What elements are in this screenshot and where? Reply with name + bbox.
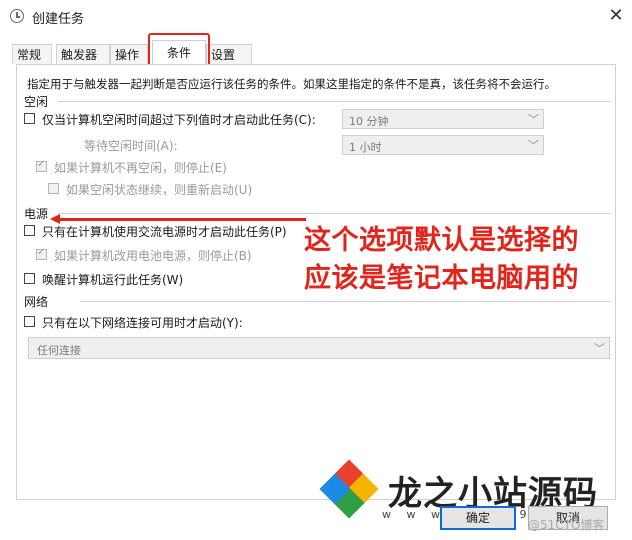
- title-bar: 创建任务 ✕: [0, 0, 632, 34]
- network-connection-value: 任何连接: [37, 344, 81, 357]
- wake-computer-label: 唤醒计算机运行此任务(W): [42, 273, 184, 287]
- ac-power-label: 只有在计算机使用交流电源时才启动此任务(P): [42, 225, 287, 239]
- annotation-line-1: 这个选项默认是选择的: [304, 225, 579, 256]
- idle-start-label: 仅当计算机空闲时间超过下列值时才启动此任务(C):: [42, 113, 316, 127]
- network-label: 只有在以下网络连接可用时才启动(Y):: [42, 316, 243, 330]
- clock-icon: [10, 9, 24, 23]
- tab-settings[interactable]: 设置: [206, 44, 252, 64]
- restart-if-idle-checkbox[interactable]: [48, 183, 59, 194]
- section-power: 电源: [24, 207, 49, 221]
- annotation-arrow: [58, 218, 306, 221]
- wait-idle-value: 1 小时: [349, 141, 382, 154]
- tab-general[interactable]: 常规: [12, 44, 52, 64]
- network-checkbox[interactable]: [24, 316, 35, 327]
- tab-triggers[interactable]: 触发器: [56, 44, 110, 64]
- idle-start-checkbox[interactable]: [24, 113, 35, 124]
- close-button[interactable]: ✕: [604, 4, 628, 28]
- section-divider: [58, 213, 610, 214]
- wait-idle-select[interactable]: 1 小时 ﹀: [342, 135, 544, 155]
- wake-computer-checkbox[interactable]: [24, 273, 35, 284]
- section-network: 网络: [24, 295, 49, 309]
- description-text: 指定用于与触发器一起判断是否应运行该任务的条件。如果这里指定的条件不是真，该任务…: [27, 77, 556, 91]
- stop-on-battery-checkbox[interactable]: [36, 247, 47, 260]
- ok-button[interactable]: 确定: [440, 506, 516, 530]
- chevron-down-icon: ﹀: [594, 342, 605, 355]
- idle-duration-value: 10 分钟: [349, 115, 389, 128]
- ac-power-checkbox[interactable]: [24, 225, 35, 236]
- watermark-logo-icon: [319, 459, 379, 519]
- watermark-blog: @51CTO博客: [528, 518, 605, 532]
- network-connection-select[interactable]: 任何连接 ﹀: [28, 337, 610, 359]
- annotation-line-2: 应该是笔记本电脑用的: [304, 263, 579, 294]
- section-divider: [58, 101, 610, 102]
- restart-if-idle-label: 如果空闲状态继续，则重新启动(U): [66, 183, 253, 197]
- chevron-down-icon: ﹀: [528, 113, 539, 126]
- stop-if-not-idle-label: 如果计算机不再空闲，则停止(E): [54, 161, 227, 175]
- section-divider: [80, 301, 610, 302]
- stop-on-battery-label: 如果计算机改用电池电源，则停止(B): [54, 249, 252, 263]
- wait-idle-label: 等待空闲时间(A):: [84, 139, 178, 153]
- window-title: 创建任务: [32, 12, 85, 27]
- chevron-down-icon: ﹀: [528, 139, 539, 152]
- stop-if-not-idle-checkbox[interactable]: [36, 159, 47, 172]
- section-idle: 空闲: [24, 95, 49, 109]
- idle-duration-select[interactable]: 10 分钟 ﹀: [342, 109, 544, 129]
- tab-actions[interactable]: 操作: [110, 44, 148, 64]
